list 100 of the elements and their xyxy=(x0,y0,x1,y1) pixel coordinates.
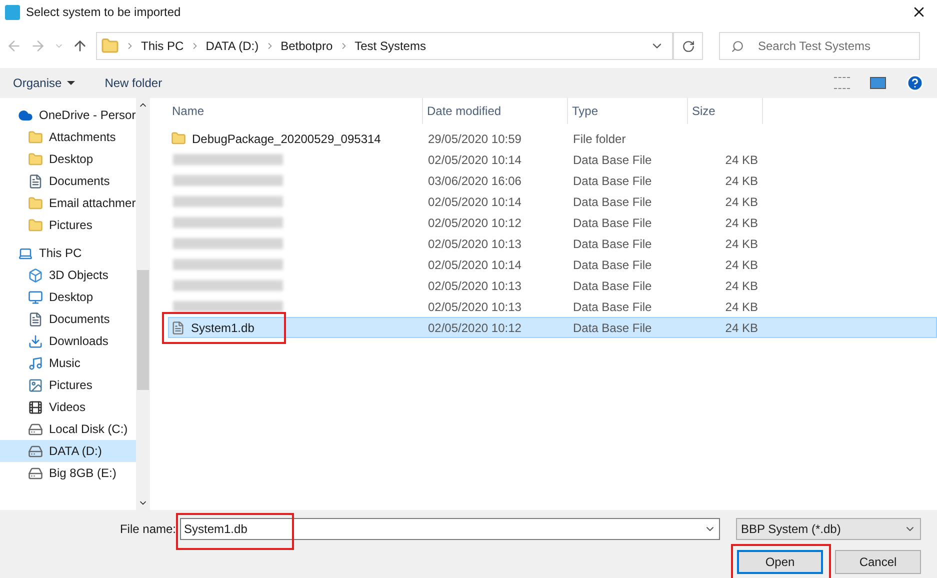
column-header[interactable]: Type xyxy=(568,98,688,124)
size-cell-text: 24 KB xyxy=(724,236,759,252)
size-cell-text: 24 KB xyxy=(724,256,759,274)
search-field[interactable]: Search Test Systems xyxy=(719,32,920,60)
sidebar-item[interactable]: Music xyxy=(0,352,136,374)
size-cell-text: 24 KB xyxy=(724,172,759,190)
sidebar-item[interactable]: DATA (D:) xyxy=(0,440,136,462)
file-row[interactable]: System1.db 02/05/2020 10:12 Data Base File 24 KB xyxy=(168,317,937,338)
cloud-icon xyxy=(18,108,33,122)
date-cell-text: 02/05/2020 10:13 xyxy=(427,278,522,294)
date-cell-text: 02/05/2020 10:13 xyxy=(427,236,522,252)
document-icon xyxy=(28,312,43,326)
dialog-button[interactable]: Cancel xyxy=(835,550,921,574)
sidebar-item[interactable]: Downloads xyxy=(0,330,136,352)
refresh-icon xyxy=(682,40,694,52)
file-row[interactable]: 02/05/2020 10:13 Data Base File 24 KB xyxy=(168,296,937,317)
file-name-field[interactable]: System1.db xyxy=(180,518,720,540)
size-cell-text: 24 KB xyxy=(724,278,759,294)
sidebar-item[interactable]: This PC xyxy=(0,242,136,264)
sidebar-item[interactable]: Big 8GB (E:) xyxy=(0,462,136,484)
file-row[interactable]: 02/05/2020 10:13 Data Base File 24 KB xyxy=(168,275,937,296)
dialog-button[interactable]: Open xyxy=(737,550,823,574)
sidebar-item[interactable]: Pictures xyxy=(0,374,136,396)
sidebar-item[interactable]: OneDrive - Persor xyxy=(0,104,136,126)
size-cell-text: 24 KB xyxy=(724,320,759,336)
sidebar-item[interactable]: Attachments xyxy=(0,126,136,148)
type-cell-text: Data Base File xyxy=(572,152,653,168)
sidebar-item[interactable]: Email attachmer xyxy=(0,192,136,214)
sidebar-item[interactable]: Desktop xyxy=(0,286,136,308)
file-row[interactable]: 03/06/2020 16:06 Data Base File 24 KB xyxy=(168,170,937,191)
file-row[interactable]: 02/05/2020 10:14 Data Base File 24 KB xyxy=(168,191,937,212)
app-icon xyxy=(5,4,20,20)
folder-icon xyxy=(28,130,43,144)
view-options-icon[interactable] xyxy=(834,77,850,89)
size-cell-text: 24 KB xyxy=(724,194,759,210)
file-row[interactable]: 02/05/2020 10:14 Data Base File 24 KB xyxy=(168,254,937,275)
type-cell-text: Data Base File xyxy=(572,298,653,316)
type-cell-text: Data Base File xyxy=(572,256,653,274)
breadcrumb[interactable]: Test Systems xyxy=(354,37,426,55)
breadcrumb[interactable]: DATA (D:) xyxy=(206,37,259,55)
type-cell-text: Data Base File xyxy=(572,214,653,232)
download-icon xyxy=(28,334,43,348)
cube-icon xyxy=(28,268,43,282)
picture-icon xyxy=(28,378,43,392)
new-folder-button[interactable]: New folder xyxy=(104,74,162,92)
sidebar-item[interactable]: Pictures xyxy=(0,214,136,236)
size-cell-text: 24 KB xyxy=(724,298,759,316)
date-cell-text: 02/05/2020 10:13 xyxy=(427,298,522,316)
file-row[interactable]: 02/05/2020 10:12 Data Base File 24 KB xyxy=(168,212,937,233)
date-cell-text: 02/05/2020 10:14 xyxy=(427,152,522,168)
folder-icon xyxy=(28,218,43,232)
address-bar[interactable]: This PC DATA (D:) Betbotpro Test Systems xyxy=(96,32,673,60)
type-cell-text: File folder xyxy=(572,130,627,148)
film-icon xyxy=(28,400,43,414)
date-cell-text: 29/05/2020 10:59 xyxy=(427,130,522,148)
file-name: System1.db xyxy=(191,320,254,336)
drive-icon xyxy=(28,466,43,480)
file-row[interactable]: 02/05/2020 10:13 Data Base File 24 KB xyxy=(168,233,937,254)
organise-menu[interactable]: Organise xyxy=(13,74,75,92)
size-cell-text: 24 KB xyxy=(724,214,759,232)
folder-icon xyxy=(28,196,43,210)
laptop-icon xyxy=(18,246,33,260)
up-icon[interactable] xyxy=(72,38,88,54)
date-cell-text: 02/05/2020 10:12 xyxy=(427,214,522,232)
scrollbar-thumb[interactable] xyxy=(137,270,149,390)
sidebar-item[interactable]: Documents xyxy=(0,170,136,192)
date-cell-text: 03/06/2020 16:06 xyxy=(427,172,522,190)
sidebar-item[interactable]: 3D Objects xyxy=(0,264,136,286)
window-title: Select system to be imported xyxy=(26,4,181,21)
column-header[interactable]: Size xyxy=(688,98,763,124)
column-header[interactable]: Name xyxy=(168,98,423,124)
folder-icon xyxy=(28,152,43,166)
folder-icon xyxy=(101,37,119,55)
file-row[interactable]: DebugPackage_20200529_095314 29/05/2020 10:59 File folder xyxy=(168,128,937,149)
type-cell-text: Data Base File xyxy=(572,172,653,190)
search-icon xyxy=(731,40,744,53)
sidebar-item[interactable]: Desktop xyxy=(0,148,136,170)
date-cell-text: 02/05/2020 10:14 xyxy=(427,194,522,210)
file-icon xyxy=(171,320,185,334)
sidebar-item[interactable]: Videos xyxy=(0,396,136,418)
breadcrumb[interactable]: Betbotpro xyxy=(280,37,333,55)
column-header[interactable]: Date modified xyxy=(423,98,568,124)
document-icon xyxy=(28,174,43,188)
date-cell-text: 02/05/2020 10:14 xyxy=(427,256,522,274)
date-cell-text: 02/05/2020 10:12 xyxy=(427,320,522,336)
sidebar-item[interactable]: Local Disk (C:) xyxy=(0,418,136,440)
breadcrumb[interactable]: This PC xyxy=(141,37,184,55)
file-name-label: File name: xyxy=(120,521,176,538)
folder-icon xyxy=(171,131,186,146)
drive-icon xyxy=(28,444,43,458)
music-note-icon xyxy=(28,356,43,370)
help-icon[interactable] xyxy=(906,74,924,92)
drive-icon xyxy=(28,422,43,436)
sidebar-item[interactable]: Documents xyxy=(0,308,136,330)
type-cell-text: Data Base File xyxy=(572,278,653,294)
size-cell-text: 24 KB xyxy=(724,152,759,168)
file-type-dropdown[interactable]: BBP System (*.db) xyxy=(736,518,921,540)
type-cell-text: Data Base File xyxy=(572,194,653,210)
file-row[interactable]: 02/05/2020 10:14 Data Base File 24 KB xyxy=(168,149,937,170)
refresh-button[interactable] xyxy=(673,32,703,60)
